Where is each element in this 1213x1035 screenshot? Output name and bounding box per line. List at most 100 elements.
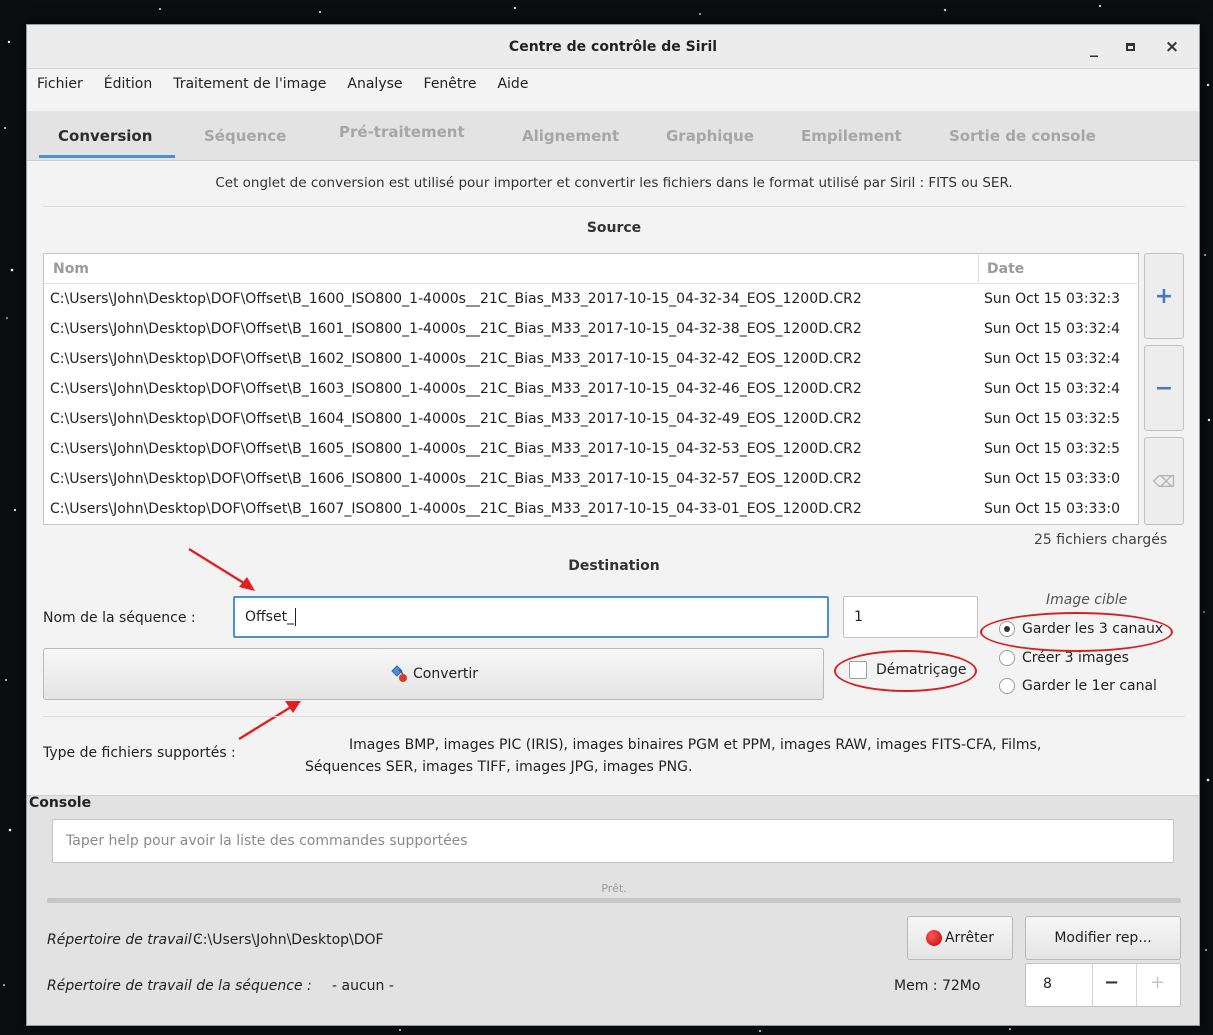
- tab-console-output[interactable]: Sortie de console: [949, 111, 1096, 161]
- status-text: Prêt.: [601, 882, 627, 895]
- threads-value[interactable]: 8: [1043, 976, 1052, 992]
- file-date: Sun Oct 15 03:32:5: [984, 441, 1120, 457]
- stop-icon: [925, 930, 942, 946]
- file-row[interactable]: C:\Users\John\Desktop\DOF\Offset\B_1602_…: [44, 345, 1138, 375]
- radio-label: Créer 3 images: [1022, 650, 1129, 666]
- file-name: C:\Users\John\Desktop\DOF\Offset\B_1601_…: [50, 321, 862, 337]
- clear-icon: ⌫: [1152, 471, 1176, 491]
- clear-list-button[interactable]: ⌫: [1144, 437, 1184, 525]
- radio-create-3-images[interactable]: Créer 3 images: [999, 650, 1129, 666]
- console-heading: Console: [29, 795, 92, 811]
- tab-sequence[interactable]: Séquence: [204, 111, 286, 161]
- file-name: C:\Users\John\Desktop\DOF\Offset\B_1605_…: [50, 441, 862, 457]
- file-row[interactable]: C:\Users\John\Desktop\DOF\Offset\B_1603_…: [44, 375, 1138, 405]
- source-heading: Source: [586, 220, 642, 236]
- column-header-date[interactable]: Date: [987, 261, 1024, 277]
- memory-label: Mem : 72Mo: [894, 978, 981, 994]
- radio-dot: [999, 650, 1015, 666]
- stop-button[interactable]: Arrêter: [907, 916, 1013, 960]
- supported-files-line2: Séquences SER, images TIFF, images JPG, …: [305, 759, 693, 775]
- file-row[interactable]: C:\Users\John\Desktop\DOF\Offset\B_1604_…: [44, 405, 1138, 435]
- menu-bar: Fichier Édition Traitement de l'image An…: [27, 69, 1199, 99]
- file-count-label: 25 fichiers chargés: [1034, 532, 1168, 548]
- file-date: Sun Oct 15 03:32:5: [984, 411, 1120, 427]
- siril-window: Centre de contrôle de Siril _ × Fichier …: [26, 24, 1200, 1026]
- column-header-nom[interactable]: Nom: [53, 261, 89, 277]
- sequence-name-label: Nom de la séquence :: [43, 610, 196, 626]
- tab-pretraitement[interactable]: Pré-traitement: [339, 107, 465, 157]
- tab-alignement[interactable]: Alignement: [522, 111, 619, 161]
- modify-dir-label: Modifier rep...: [1054, 930, 1152, 946]
- menu-aide[interactable]: Aide: [497, 76, 528, 92]
- close-button[interactable]: ×: [1155, 25, 1189, 69]
- file-date: Sun Oct 15 03:32:4: [984, 321, 1120, 337]
- file-name: C:\Users\John\Desktop\DOF\Offset\B_1602_…: [50, 351, 862, 367]
- workdir-value: C:\Users\John\Desktop\DOF: [193, 932, 384, 948]
- remove-file-button[interactable]: −: [1144, 345, 1184, 431]
- source-file-list[interactable]: Nom Date C:\Users\John\Desktop\DOF\Offse…: [43, 253, 1139, 525]
- menu-fenetre[interactable]: Fenêtre: [424, 76, 477, 92]
- file-row[interactable]: C:\Users\John\Desktop\DOF\Offset\B_1601_…: [44, 315, 1138, 345]
- maximize-icon: [1125, 43, 1135, 51]
- file-date: Sun Oct 15 03:32:3: [984, 291, 1120, 307]
- console-placeholder: Taper help pour avoir la liste des comma…: [66, 833, 468, 849]
- modify-dir-button[interactable]: Modifier rep...: [1025, 916, 1181, 960]
- annotation-circle-radio: [980, 612, 1173, 652]
- start-index-input[interactable]: 1: [843, 596, 978, 638]
- threads-increment-button[interactable]: +: [1150, 972, 1165, 993]
- threads-spinner: 8 − +: [1025, 963, 1181, 1007]
- radio-dot: [999, 678, 1015, 694]
- file-row[interactable]: C:\Users\John\Desktop\DOF\Offset\B_1607_…: [44, 495, 1138, 524]
- file-row[interactable]: C:\Users\John\Desktop\DOF\Offset\B_1606_…: [44, 465, 1138, 495]
- file-date: Sun Oct 15 03:33:0: [984, 471, 1120, 487]
- column-divider: [978, 254, 979, 284]
- console-command-input[interactable]: Taper help pour avoir la liste des comma…: [52, 819, 1174, 863]
- convert-button[interactable]: Convertir: [43, 648, 824, 700]
- plus-icon: +: [1154, 283, 1174, 309]
- file-name: C:\Users\John\Desktop\DOF\Offset\B_1607_…: [50, 501, 862, 517]
- start-index-value: 1: [854, 609, 863, 625]
- spinner-divider: [1136, 964, 1137, 1006]
- menu-analyse[interactable]: Analyse: [347, 76, 402, 92]
- minimize-button[interactable]: _: [1077, 25, 1111, 69]
- radio-label: Garder le 1er canal: [1022, 678, 1157, 694]
- supported-files-line1: Images BMP, images PIC (IRIS), images bi…: [349, 737, 1042, 753]
- sequence-workdir-value: - aucun -: [332, 978, 394, 994]
- file-date: Sun Oct 15 03:32:4: [984, 351, 1120, 367]
- workdir-label: Répertoire de travail :: [47, 932, 201, 948]
- annotation-arrow-convert: [238, 701, 301, 741]
- menu-edition[interactable]: Édition: [104, 76, 152, 92]
- divider: [43, 206, 1185, 207]
- tab-graphique[interactable]: Graphique: [666, 111, 754, 161]
- file-date: Sun Oct 15 03:33:0: [984, 501, 1120, 517]
- file-name: C:\Users\John\Desktop\DOF\Offset\B_1604_…: [50, 411, 862, 427]
- sequence-name-input[interactable]: Offset_: [233, 596, 829, 638]
- tab-empilement[interactable]: Empilement: [801, 111, 902, 161]
- convert-label: Convertir: [412, 666, 478, 682]
- progress-bar: [47, 898, 1181, 903]
- annotation-arrow-sequence: [188, 547, 255, 591]
- title-bar: Centre de contrôle de Siril _ ×: [27, 25, 1199, 69]
- file-name: C:\Users\John\Desktop\DOF\Offset\B_1600_…: [50, 291, 862, 307]
- file-name: C:\Users\John\Desktop\DOF\Offset\B_1603_…: [50, 381, 862, 397]
- active-tab-indicator: [39, 155, 175, 158]
- menu-traitement[interactable]: Traitement de l'image: [173, 76, 326, 92]
- add-files-button[interactable]: +: [1144, 253, 1184, 339]
- target-image-title: Image cible: [1046, 592, 1128, 608]
- convert-icon: [391, 665, 407, 682]
- file-row[interactable]: C:\Users\John\Desktop\DOF\Offset\B_1600_…: [44, 285, 1138, 315]
- maximize-button[interactable]: [1113, 25, 1147, 69]
- sequence-workdir-label: Répertoire de travail de la séquence :: [47, 978, 312, 994]
- divider: [43, 716, 1185, 717]
- conversion-info-text: Cet onglet de conversion est utilisé pou…: [215, 175, 1013, 191]
- spinner-divider: [1092, 964, 1093, 1006]
- sequence-name-value: Offset_: [245, 609, 295, 625]
- radio-keep-1st-channel[interactable]: Garder le 1er canal: [999, 678, 1157, 694]
- tab-bar: Conversion Séquence Pré-traitement Align…: [27, 111, 1199, 161]
- window-title: Centre de contrôle de Siril: [508, 38, 718, 55]
- threads-decrement-button[interactable]: −: [1104, 972, 1119, 993]
- stop-label: Arrêter: [944, 930, 994, 946]
- menu-fichier[interactable]: Fichier: [37, 76, 83, 92]
- tab-conversion[interactable]: Conversion: [58, 111, 152, 161]
- file-row[interactable]: C:\Users\John\Desktop\DOF\Offset\B_1605_…: [44, 435, 1138, 465]
